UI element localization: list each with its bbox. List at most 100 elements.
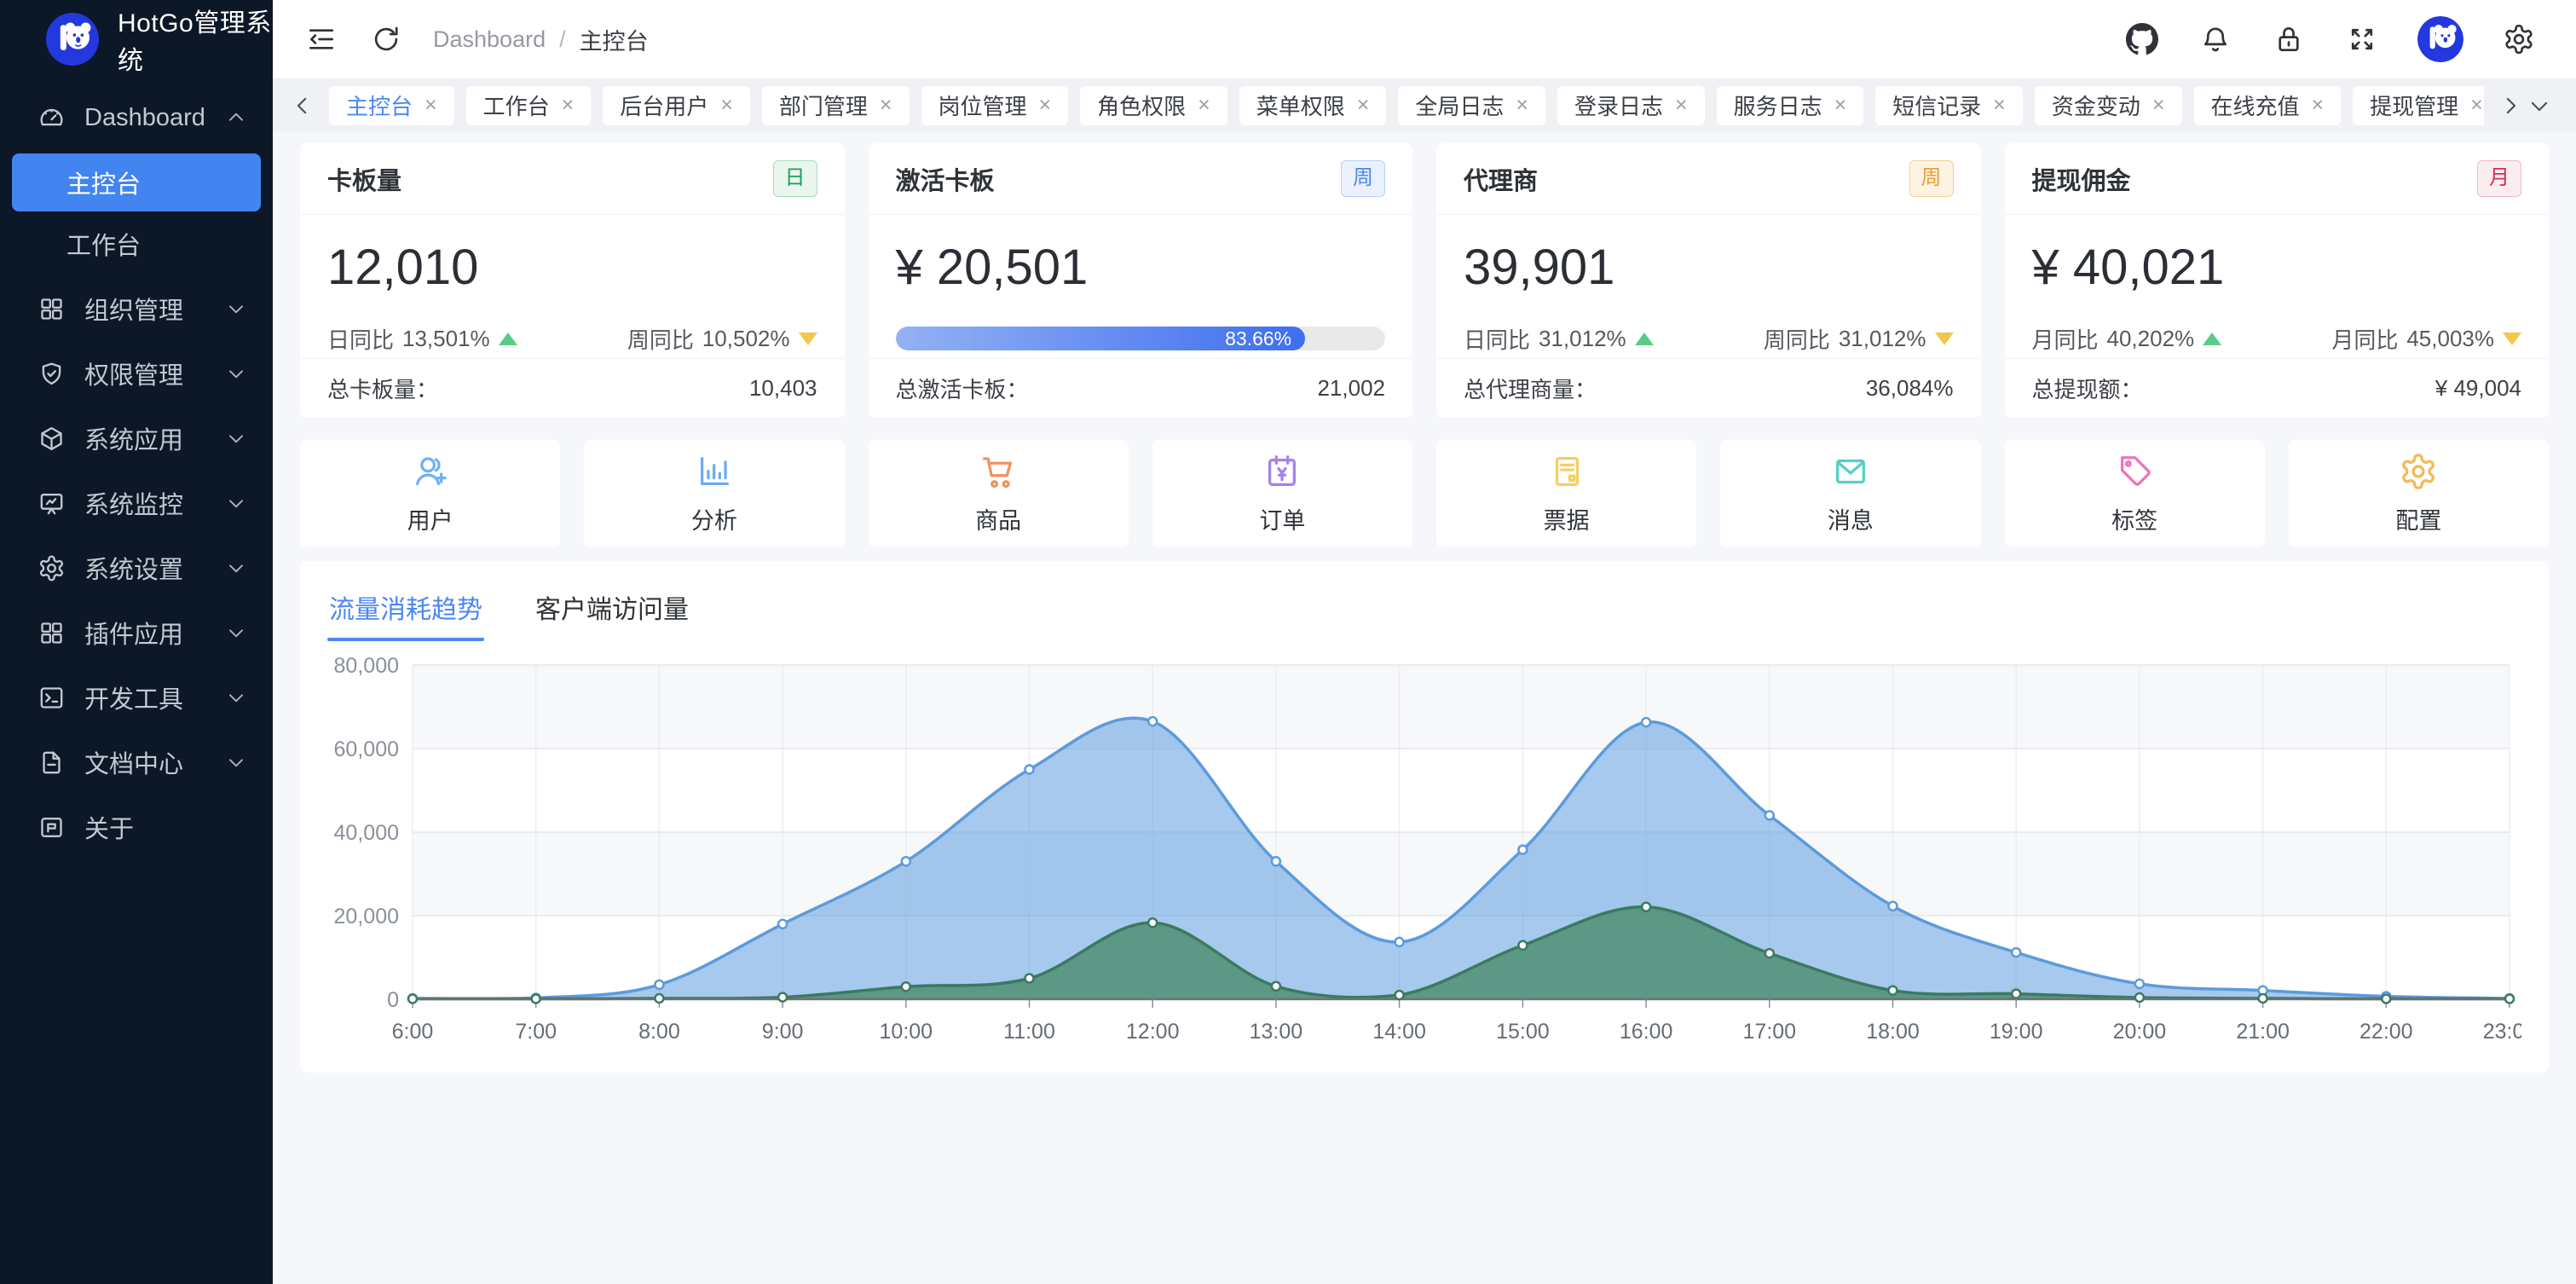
sidebar-item-sysmon[interactable]: 系统监控 <box>0 471 273 535</box>
sidebar-item-devtools[interactable]: 开发工具 <box>0 665 273 730</box>
svg-text:22:00: 22:00 <box>2359 1020 2413 1044</box>
lock-icon[interactable] <box>2271 21 2307 57</box>
topbar: Dashboard / 主控台 <box>273 0 2576 78</box>
tabbar: 主控台×工作台×后台用户×部门管理×岗位管理×角色权限×菜单权限×全局日志×登录… <box>273 78 2576 131</box>
shortcut-labels[interactable]: 标签 <box>2005 440 2265 547</box>
svg-text:11:00: 11:00 <box>1003 1020 1055 1044</box>
trend-week: 周同比31,012% <box>1764 323 1954 355</box>
tab-service-log[interactable]: 服务日志 × <box>1717 86 1864 125</box>
sidebar-item-org[interactable]: 组织管理 <box>0 276 273 341</box>
sidebar-item-sysapp[interactable]: 系统应用 <box>0 406 273 471</box>
tab-close-icon[interactable]: × <box>425 95 437 116</box>
tab-close-icon[interactable]: × <box>1675 95 1688 116</box>
trend-up-icon <box>499 333 517 345</box>
tab-dept[interactable]: 部门管理× <box>762 86 910 125</box>
refresh-icon[interactable] <box>368 21 404 57</box>
tab-close-icon[interactable]: × <box>880 95 892 116</box>
flag-icon <box>38 813 66 842</box>
tab-close-icon[interactable]: × <box>2470 95 2483 116</box>
sidebar-item-about[interactable]: 关于 <box>0 795 273 859</box>
progress-bar: 83.66% <box>896 327 1386 350</box>
tab-workbench[interactable]: 工作台 × <box>466 86 592 125</box>
chart-card: 流量消耗趋势 客户端访问量 020,00040,00060,00080,0006… <box>300 561 2549 1073</box>
tab-close-icon[interactable]: × <box>720 95 733 116</box>
tab-close-icon[interactable]: × <box>562 95 575 116</box>
shortcut-config[interactable]: 配置 <box>2289 440 2549 547</box>
chevron-down-icon <box>225 622 247 644</box>
tab-close-icon[interactable]: × <box>1834 95 1847 116</box>
tab-admin-users[interactable]: 后台用户× <box>603 86 750 125</box>
tab-close-icon[interactable]: × <box>1039 95 1052 116</box>
tab-label: 服务日志 <box>1734 90 1822 121</box>
bell-icon[interactable] <box>2198 21 2233 57</box>
grid-icon <box>38 619 66 647</box>
tab-sms-log[interactable]: 短信记录× <box>1875 86 2023 125</box>
tab-global-log[interactable]: 全局日志 × <box>1398 86 1545 125</box>
content: 卡板量 日 12,010 日同比13,501% 周同比10,502% <box>273 131 2576 1284</box>
svg-text:40,000: 40,000 <box>334 821 399 845</box>
fullscreen-icon[interactable] <box>2344 21 2380 57</box>
shortcut-users[interactable]: 用户 <box>300 440 560 547</box>
sidebar-item-console[interactable]: 主控台 <box>12 153 261 211</box>
shortcut-orders[interactable]: 订单 <box>1152 440 1412 547</box>
sidebar-collapse-icon[interactable] <box>303 21 339 57</box>
tab-close-icon[interactable]: × <box>1993 95 2006 116</box>
shortcut-goods[interactable]: 商品 <box>869 440 1129 547</box>
tab-console[interactable]: 主控台× <box>329 86 454 125</box>
tabs-dropdown-icon[interactable] <box>2525 91 2554 120</box>
svg-text:16:00: 16:00 <box>1620 1020 1673 1044</box>
shortcut-analysis[interactable]: 分析 <box>584 440 844 547</box>
tab-label: 全局日志 <box>1415 90 1504 121</box>
shortcut-tickets[interactable]: 票据 <box>1436 440 1696 547</box>
logo[interactable]: HotGo管理系统 <box>0 0 273 78</box>
tab-recharge[interactable]: 在线充值× <box>2194 86 2342 125</box>
sidebar-item-label: 权限管理 <box>84 356 183 391</box>
trend-month-down: 月同比45,003% <box>2331 323 2521 355</box>
tab-label: 工作台 <box>483 90 550 121</box>
tab-close-icon[interactable]: × <box>1357 95 1370 116</box>
cart-icon <box>979 452 1018 491</box>
stat-card-commission: 提现佣金 月 ¥ 40,021 月同比40,202% 月同比45,003% <box>2005 143 2550 418</box>
chevron-up-icon <box>225 107 247 129</box>
chart-tab-traffic-trend[interactable]: 流量消耗趋势 <box>327 583 484 641</box>
avatar[interactable] <box>2417 16 2463 62</box>
github-icon[interactable] <box>2124 21 2160 57</box>
breadcrumb-section[interactable]: Dashboard <box>433 26 546 53</box>
tab-menu-auth[interactable]: 菜单权限 × <box>1239 86 1387 125</box>
trend-day: 日同比31,012% <box>1464 323 1654 355</box>
tab-role[interactable]: 角色权限 × <box>1080 86 1227 125</box>
monitor-icon <box>38 489 66 518</box>
chart-tab-client-visits[interactable]: 客户端访问量 <box>534 583 690 641</box>
sidebar-item-docs[interactable]: 文档中心 <box>0 730 273 795</box>
sidebar-item-workbench[interactable]: 工作台 <box>12 215 261 273</box>
tabs-scroll-left-icon[interactable] <box>288 91 317 120</box>
topbar-actions <box>2124 16 2537 62</box>
shortcut-messages[interactable]: 消息 <box>1720 440 1980 547</box>
tab-close-icon[interactable]: × <box>2312 95 2325 116</box>
sidebar-item-label: 工作台 <box>66 226 141 262</box>
footer-value: 10,403 <box>749 375 817 402</box>
stat-card-pallets: 卡板量 日 12,010 日同比13,501% 周同比10,502% <box>300 143 845 418</box>
sidebar-item-label: 系统应用 <box>84 420 183 456</box>
tab-close-icon[interactable]: × <box>1198 95 1210 116</box>
tab-close-icon[interactable]: × <box>2152 95 2165 116</box>
sidebar-item-plugins[interactable]: 插件应用 <box>0 600 273 665</box>
tab-login-log[interactable]: 登录日志× <box>1557 86 1705 125</box>
terminal-icon <box>38 684 66 712</box>
tab-label: 菜单权限 <box>1256 90 1345 121</box>
sidebar-item-sysset[interactable]: 系统设置 <box>0 535 273 600</box>
trend-down-icon <box>799 333 817 345</box>
sidebar-item-label: Dashboard <box>84 104 205 132</box>
tabs-scroll-right-icon[interactable] <box>2496 91 2525 120</box>
tab-withdraw[interactable]: 提现管理× <box>2353 86 2484 125</box>
shortcuts-row: 用户分析商品订单票据消息标签配置 <box>300 440 2549 547</box>
tab-label: 角色权限 <box>1097 90 1186 121</box>
stat-card-agents: 代理商 周 39,901 日同比31,012% 周同比31,012% <box>1436 143 1981 418</box>
tab-post[interactable]: 岗位管理× <box>921 86 1069 125</box>
tab-close-icon[interactable]: × <box>1516 95 1528 116</box>
svg-text:14:00: 14:00 <box>1372 1020 1426 1044</box>
sidebar-item-dashboard[interactable]: Dashboard <box>0 85 273 150</box>
sidebar-item-auth[interactable]: 权限管理 <box>0 341 273 406</box>
tab-funds[interactable]: 资金变动× <box>2035 86 2182 125</box>
settings-gear-icon[interactable] <box>2501 21 2537 57</box>
